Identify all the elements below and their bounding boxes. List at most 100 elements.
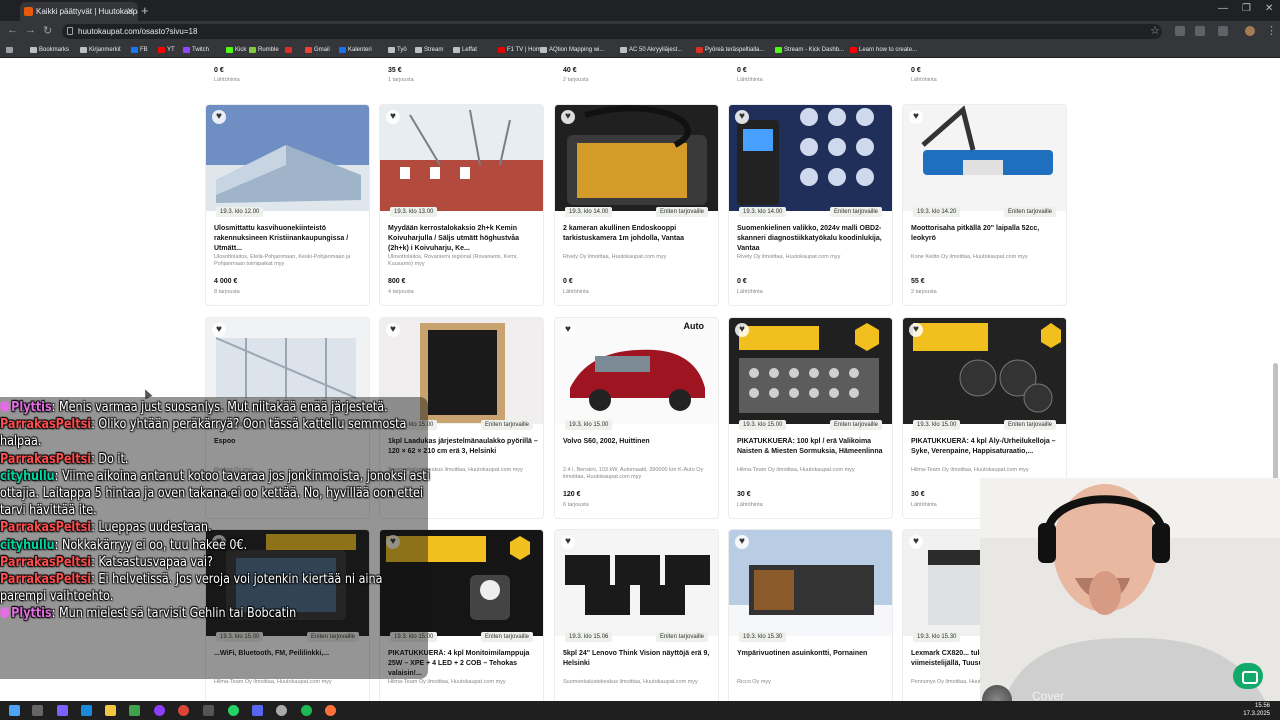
listing-title[interactable]: PIKATUKKUERÄ: 100 kpl / erä Valikoima Na… xyxy=(737,437,887,457)
bookmark-item[interactable]: Learn how to create... xyxy=(850,44,917,56)
bookmark-item[interactable]: Bookmarks xyxy=(30,44,69,56)
bookmark-item[interactable]: YT xyxy=(158,44,175,56)
listing-title[interactable]: 2 kameran akullinen Endoskooppi tarkistu… xyxy=(563,224,713,244)
favorite-heart-icon[interactable]: ♥ xyxy=(735,323,749,337)
listing-card[interactable]: 0 € Lähtöhinta xyxy=(903,59,1066,89)
favorite-heart-icon[interactable]: ♥ xyxy=(909,110,923,124)
spotify-icon[interactable] xyxy=(301,705,312,716)
back-icon[interactable]: ← xyxy=(7,24,18,36)
extensions-puzzle-icon[interactable] xyxy=(1195,26,1205,36)
favorite-heart-icon[interactable]: ♥ xyxy=(386,110,400,124)
listing-card[interactable]: ♥ Auto 19.3. klo 15.00 Volvo S60, 2002, Hui… xyxy=(555,318,718,518)
listing-card[interactable]: 0 € Lähtöhinta xyxy=(729,59,892,89)
maximize-icon[interactable]: ❐ xyxy=(1242,3,1251,14)
bookmark-item[interactable] xyxy=(285,44,294,56)
listing-title[interactable]: PIKATUKKUERÄ: 4 kpl Äly-/Urheilukelloja … xyxy=(911,437,1061,457)
listing-card[interactable]: ♥ 19.3. klo 14.20 Eniten tarjovaille Mootto… xyxy=(903,105,1066,305)
discord-icon[interactable] xyxy=(252,705,263,716)
address-bar[interactable]: huutokaupat.com/osasto?sivu=18 xyxy=(62,24,1162,39)
menu-icon[interactable]: ⋮ xyxy=(1266,24,1277,37)
bookmark-item[interactable]: FB xyxy=(131,44,148,56)
bookmark-item[interactable]: Kick xyxy=(226,44,246,56)
listing-card[interactable]: ♥ 19.3. klo 15.00 Eniten tarjovaille PIKATU… xyxy=(729,318,892,518)
favorite-heart-icon[interactable]: ♥ xyxy=(561,535,575,549)
listing-title[interactable]: Ulosmittattu kasvihuonekiinteistö rakenn… xyxy=(214,224,364,254)
listing-card[interactable]: 35 € 1 tarjousta xyxy=(380,59,543,89)
listing-title[interactable]: Volvo S60, 2002, Huittinen xyxy=(563,437,713,447)
forward-icon[interactable]: → xyxy=(25,24,36,36)
sidebar-icon[interactable] xyxy=(1218,26,1228,36)
task-view-icon[interactable] xyxy=(32,705,43,716)
app-icon[interactable] xyxy=(129,705,140,716)
favorite-heart-icon[interactable]: ♥ xyxy=(735,535,749,549)
browser-app-icon[interactable] xyxy=(203,705,214,716)
listing-card[interactable]: ♥ 19.3. klo 15.30 Ympärivuotinen asuinkont… xyxy=(729,530,892,701)
bookmark-item[interactable]: F1 TV | Home xyxy=(498,44,544,56)
listing-card[interactable]: 0 € Lähtöhinta xyxy=(206,59,369,89)
close-window-icon[interactable]: ✕ xyxy=(1265,3,1273,14)
listing-image[interactable] xyxy=(903,105,1066,211)
favorite-heart-icon[interactable]: ♥ xyxy=(561,110,575,124)
favorite-heart-icon[interactable]: ♥ xyxy=(909,535,923,549)
bookmark-item[interactable]: Stream xyxy=(415,44,443,56)
listing-title[interactable]: Ympärivuotinen asuinkontti, Pornainen xyxy=(737,649,887,659)
bookmark-item[interactable]: Gmail xyxy=(305,44,330,56)
listing-card[interactable]: ♥ 19.3. klo 14.00 Eniten tarjovaille 2 kame… xyxy=(555,105,718,305)
listing-title[interactable]: 5kpl 24" Lenovo Think Vision näyttöjä er… xyxy=(563,649,713,669)
extension-icon[interactable] xyxy=(1175,26,1185,36)
favorite-heart-icon[interactable]: ♥ xyxy=(735,110,749,124)
chrome-icon[interactable] xyxy=(178,705,189,716)
listing-image[interactable] xyxy=(206,105,369,211)
listing-image[interactable] xyxy=(555,105,718,211)
favorite-heart-icon[interactable]: ♥ xyxy=(909,323,923,337)
listing-title[interactable]: Suomenkielinen valikko, 2024v malli OBD2… xyxy=(737,224,887,254)
listing-image[interactable] xyxy=(555,530,718,636)
start-icon[interactable] xyxy=(9,705,20,716)
bookmark-item[interactable]: Leffat xyxy=(453,44,477,56)
listing-image[interactable] xyxy=(729,105,892,211)
close-tab-icon[interactable]: ✕ xyxy=(126,2,134,21)
whatsapp-icon[interactable] xyxy=(228,705,239,716)
bookmark-star-icon[interactable]: ☆ xyxy=(1150,24,1160,37)
listing-image[interactable] xyxy=(729,318,892,424)
bookmark-item[interactable]: AQtion Mapping wi... xyxy=(540,44,604,56)
listing-title[interactable]: Myydään kerrostalokaksio 2h+k Kemin Koiv… xyxy=(388,224,538,254)
bookmark-item[interactable]: Stream - Kick Dashb... xyxy=(775,44,844,56)
bookmark-item[interactable]: Rumble xyxy=(249,44,279,56)
bookmark-item[interactable]: Kalenteri xyxy=(339,44,372,56)
browser-tab[interactable]: Kaikki päättyvät | Huutokaupat ✕ xyxy=(20,2,138,21)
favorite-heart-icon[interactable]: ♥ xyxy=(386,323,400,337)
listing-image[interactable] xyxy=(903,318,1066,424)
profile-avatar-icon[interactable] xyxy=(1245,26,1255,36)
app-icon-2[interactable] xyxy=(276,705,287,716)
bookmark-item[interactable]: Työ xyxy=(388,44,407,56)
listing-card[interactable]: ♥ 19.3. klo 13.00 Myydään kerrostalokaksio… xyxy=(380,105,543,305)
file-explorer-icon[interactable] xyxy=(105,705,116,716)
new-tab-button[interactable]: + xyxy=(141,2,149,19)
listing-card[interactable]: ♥ 19.3. klo 12.00 Ulosmittattu kasvihuonek… xyxy=(206,105,369,305)
chat-support-button[interactable] xyxy=(1233,663,1263,689)
favorite-heart-icon[interactable]: ♥ xyxy=(561,323,575,337)
reload-icon[interactable]: ↻ xyxy=(43,24,52,37)
firefox-icon[interactable] xyxy=(325,705,336,716)
listing-card[interactable]: ♥ 19.3. klo 15.06 Eniten tarjovaille 5kpl 2… xyxy=(555,530,718,701)
listing-card[interactable]: 40 € 2 tarjousta xyxy=(555,59,718,89)
bookmark-item[interactable]: Kirjanmerkit xyxy=(80,44,121,56)
bookmark-item[interactable]: Twitch xyxy=(183,44,209,56)
site-info-icon[interactable] xyxy=(67,27,73,35)
minimize-icon[interactable]: — xyxy=(1218,3,1228,14)
listing-image[interactable] xyxy=(729,530,892,636)
apps-grid-icon[interactable] xyxy=(6,44,15,56)
listing-card[interactable]: ♥ 19.3. klo 14.00 Eniten tarjovaille Suomen… xyxy=(729,105,892,305)
system-clock[interactable]: 15.56 17.3.2025 xyxy=(1243,702,1270,718)
teams-icon[interactable] xyxy=(57,705,68,716)
listing-title[interactable]: Moottorisaha pitkällä 20" laipalla 52cc,… xyxy=(911,224,1061,244)
listing-image[interactable] xyxy=(380,105,543,211)
obs-icon[interactable] xyxy=(154,705,165,716)
store-icon[interactable] xyxy=(81,705,92,716)
favorite-heart-icon[interactable]: ♥ xyxy=(212,110,226,124)
favorite-heart-icon[interactable]: ♥ xyxy=(212,323,226,337)
bookmark-item[interactable]: Pyöreä teräspeltialla... xyxy=(696,44,764,56)
listing-image[interactable] xyxy=(555,318,718,424)
bookmark-item[interactable]: AC 50 Akryyliäjest... xyxy=(620,44,682,56)
